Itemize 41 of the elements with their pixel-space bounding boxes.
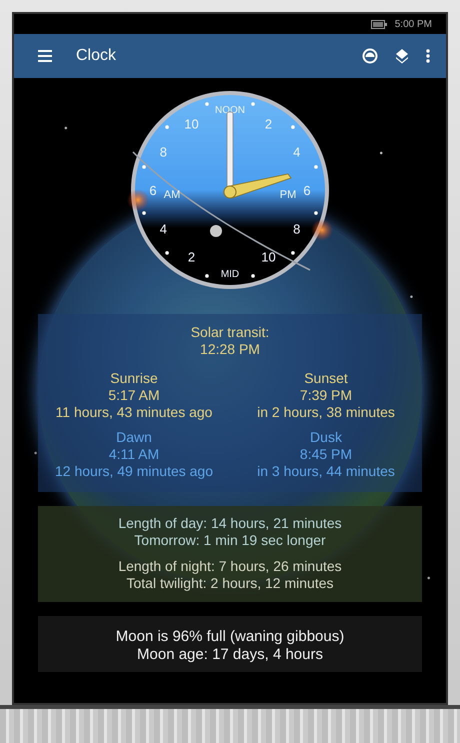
day-stat-text: Length of night: 7 hours, 26 minutes	[117, 558, 343, 575]
dial-label: 10	[261, 250, 276, 265]
app-title: Clock	[76, 47, 118, 65]
event-relative-time: in 2 hours, 38 minutes	[257, 404, 395, 421]
event-name: Dawn	[116, 429, 152, 446]
half-circle-icon	[362, 48, 378, 64]
event-name: Dusk	[310, 429, 342, 446]
dial-label: 4	[160, 222, 167, 236]
event-time: 8:45 PM	[300, 446, 352, 463]
solar-transit-label: Solar transit:	[190, 324, 270, 341]
event-time: 4:11 AM	[108, 446, 160, 463]
event-name: Sunset	[304, 370, 348, 387]
day-stat-text: Tomorrow: 1 min 19 sec longer	[133, 532, 327, 549]
dial-label: 4	[293, 144, 300, 160]
event-relative-time: in 3 hours, 44 minutes	[257, 463, 395, 480]
event-time: 7:39 PM	[300, 387, 352, 404]
moon-info-text: Moon is 96% full (waning gibbous)	[114, 628, 346, 646]
status-time: 5:00 PM	[394, 18, 432, 30]
dial-label: 2	[188, 250, 196, 265]
dial-label: MID	[220, 269, 240, 280]
dial-label: 6	[149, 183, 157, 198]
dial-label: 8	[160, 144, 167, 160]
event-relative-time: 12 hours, 49 minutes ago	[55, 463, 213, 480]
dial-label: 2	[264, 116, 272, 132]
dial-label: NOON	[215, 105, 245, 116]
dial-label: 10	[184, 116, 199, 132]
moon-info-text: Moon age: 17 days, 4 hours	[136, 646, 324, 664]
menu-icon	[38, 50, 52, 62]
dial-label: 6	[303, 183, 311, 198]
solar-transit-time: 12:28 PM	[199, 341, 261, 358]
battery-icon	[370, 20, 387, 28]
layers-icon	[394, 48, 410, 64]
dial-label: 8	[293, 222, 300, 236]
day-stat-text: Length of day: 14 hours, 21 minutes	[117, 515, 343, 532]
day-stat-text: Total twilight: 2 hours, 12 minutes	[126, 575, 334, 592]
pm-label: PM	[280, 189, 296, 201]
more-icon	[426, 49, 430, 63]
event-time: 5:17 AM	[108, 387, 160, 404]
event-name: Sunrise	[110, 370, 158, 387]
am-label: AM	[164, 189, 180, 201]
event-relative-time: 11 hours, 43 minutes ago	[56, 404, 212, 421]
